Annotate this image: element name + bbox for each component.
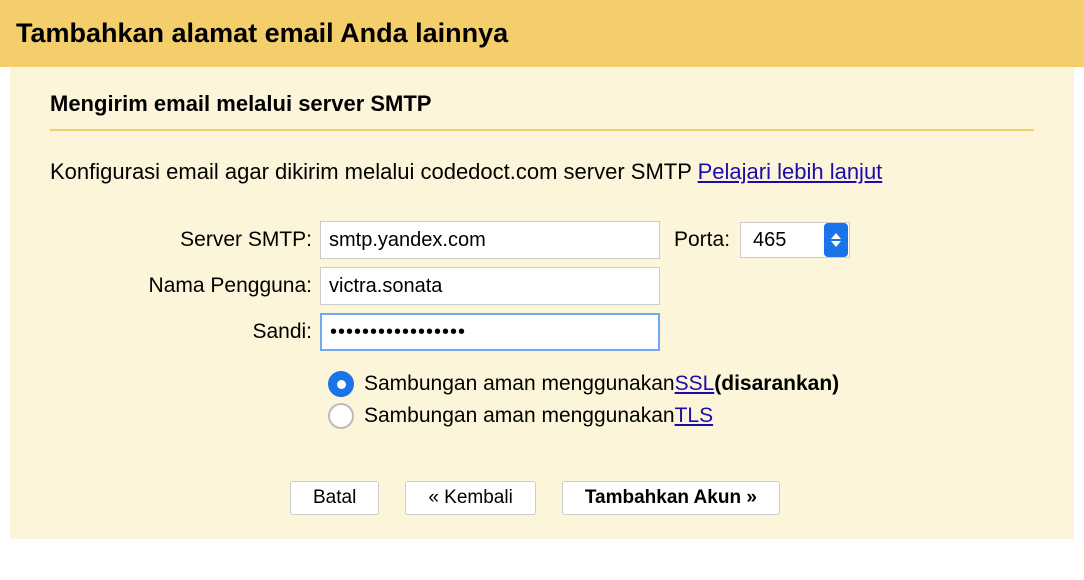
chevron-updown-icon	[824, 223, 848, 257]
description-prefix: Konfigurasi email agar dikirim melalui c…	[50, 159, 698, 184]
smtp-form: Server SMTP: Porta: 465 Nama Pengguna: S…	[80, 221, 1034, 515]
port-value: 465	[741, 229, 824, 252]
password-label: Sandi:	[80, 320, 320, 344]
password-row: Sandi:	[80, 313, 1034, 351]
password-input[interactable]	[320, 313, 660, 351]
description-text: Konfigurasi email agar dikirim melalui c…	[50, 159, 1034, 185]
tls-radio[interactable]	[328, 403, 354, 429]
ssl-link[interactable]: SSL	[675, 372, 715, 396]
section-title: Mengirim email melalui server SMTP	[50, 91, 1034, 117]
learn-more-link[interactable]: Pelajari lebih lanjut	[698, 159, 883, 184]
back-button[interactable]: « Kembali	[405, 481, 536, 515]
ssl-recommended: (disarankan)	[714, 372, 839, 396]
port-label: Porta:	[674, 228, 730, 252]
dialog-title: Tambahkan alamat email Anda lainnya	[16, 18, 1068, 49]
ssl-label-prefix: Sambungan aman menggunakan	[364, 372, 675, 396]
username-input[interactable]	[320, 267, 660, 305]
ssl-radio-row[interactable]: Sambungan aman menggunakan SSL (disarank…	[328, 371, 1034, 397]
tls-radio-row[interactable]: Sambungan aman menggunakan TLS	[328, 403, 1034, 429]
tls-link[interactable]: TLS	[675, 404, 714, 428]
dialog-header: Tambahkan alamat email Anda lainnya	[0, 0, 1084, 67]
server-input[interactable]	[320, 221, 660, 259]
ssl-radio[interactable]	[328, 371, 354, 397]
cancel-button[interactable]: Batal	[290, 481, 379, 515]
port-select[interactable]: 465	[740, 222, 850, 258]
username-label: Nama Pengguna:	[80, 274, 320, 298]
button-row: Batal « Kembali Tambahkan Akun »	[290, 481, 1034, 515]
divider	[50, 129, 1034, 131]
server-row: Server SMTP: Porta: 465	[80, 221, 1034, 259]
security-radio-group: Sambungan aman menggunakan SSL (disarank…	[328, 371, 1034, 429]
dialog-content: Mengirim email melalui server SMTP Konfi…	[10, 67, 1074, 539]
username-row: Nama Pengguna:	[80, 267, 1034, 305]
add-account-button[interactable]: Tambahkan Akun »	[562, 481, 780, 515]
tls-label-prefix: Sambungan aman menggunakan	[364, 404, 675, 428]
server-label: Server SMTP:	[80, 228, 320, 252]
